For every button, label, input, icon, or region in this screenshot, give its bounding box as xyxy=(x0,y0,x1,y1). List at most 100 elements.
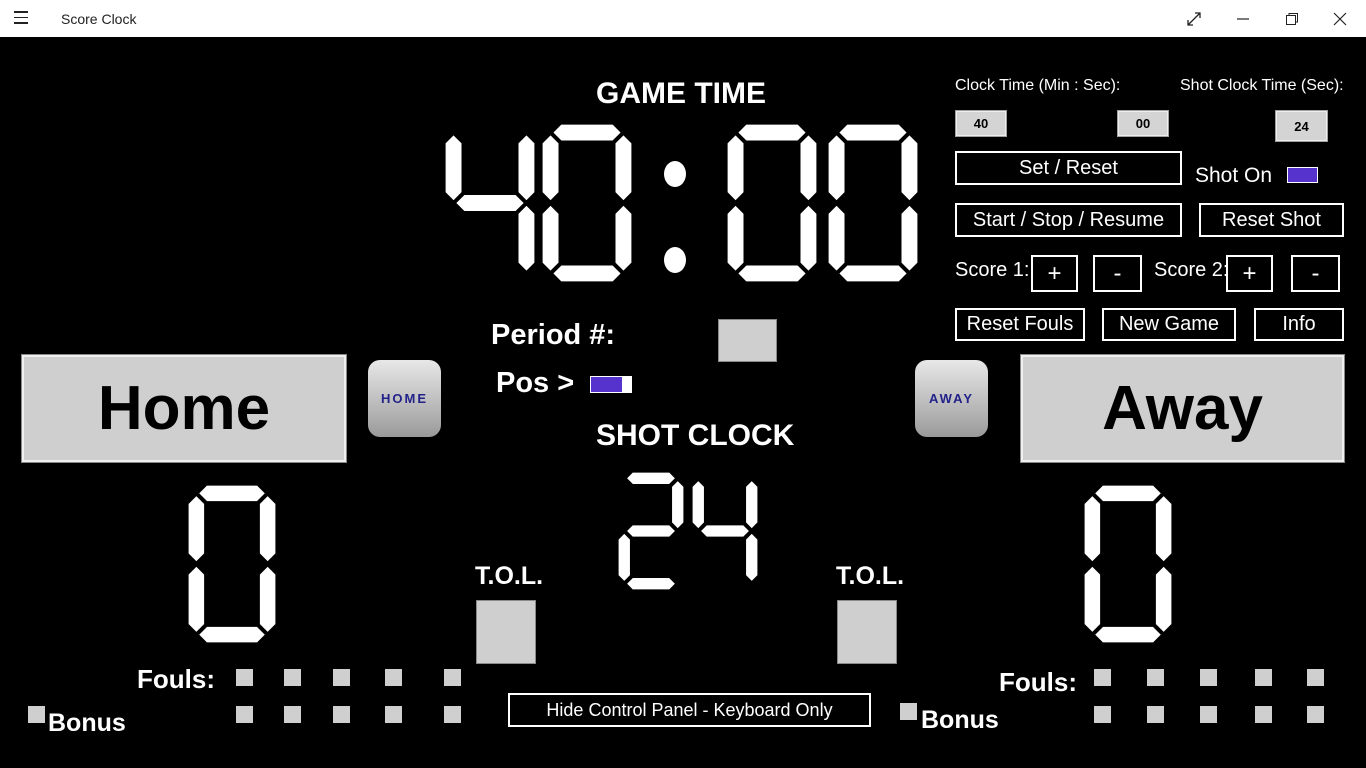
segment-d xyxy=(551,264,623,282)
expand-icon[interactable] xyxy=(1179,6,1209,32)
foul-box[interactable] xyxy=(333,706,350,723)
foul-box[interactable] xyxy=(1255,706,1272,723)
game-time-second-tens xyxy=(727,124,817,282)
game-time-second-ones xyxy=(828,124,918,282)
segment-f xyxy=(542,133,560,202)
segment-b xyxy=(614,133,632,202)
segment-f xyxy=(187,494,206,563)
segment-b xyxy=(799,133,817,202)
foul-box[interactable] xyxy=(236,706,253,723)
reset-fouls-button[interactable]: Reset Fouls xyxy=(955,308,1085,341)
score1-minus-button[interactable]: - xyxy=(1093,255,1142,292)
segment-c xyxy=(744,532,758,583)
score2-plus-button[interactable]: + xyxy=(1226,255,1273,292)
segment-b xyxy=(900,133,918,202)
segment-b xyxy=(1154,494,1173,563)
foul-box[interactable] xyxy=(1255,669,1272,686)
segment-c xyxy=(799,204,817,273)
hide-control-panel-button[interactable]: Hide Control Panel - Keyboard Only xyxy=(508,693,871,727)
shot-clock-label: SHOT CLOCK xyxy=(596,419,795,452)
clock-minutes-input[interactable]: 40 xyxy=(955,110,1007,137)
score1-plus-button[interactable]: + xyxy=(1031,255,1078,292)
set-reset-button[interactable]: Set / Reset xyxy=(955,151,1182,185)
shot-on-toggle[interactable] xyxy=(1287,167,1318,183)
segment-d xyxy=(736,264,808,282)
segment-a xyxy=(625,472,677,486)
segment-d xyxy=(837,264,909,282)
foul-box[interactable] xyxy=(1094,706,1111,723)
period-label: Period #: xyxy=(491,319,616,351)
shot-on-label: Shot On xyxy=(1195,164,1273,187)
segment-d xyxy=(1093,625,1163,644)
home-logo-button[interactable]: HOME xyxy=(368,360,441,437)
away-score-display xyxy=(1083,484,1173,644)
segment-c xyxy=(1154,565,1173,634)
foul-box[interactable] xyxy=(1147,669,1164,686)
foul-box[interactable] xyxy=(1307,706,1324,723)
clock-colon xyxy=(664,161,686,187)
title-bar: Score Clock xyxy=(0,0,1366,37)
away-team-panel[interactable]: Away xyxy=(1020,354,1345,463)
segment-c xyxy=(517,204,535,273)
segment-g xyxy=(625,524,677,538)
foul-box[interactable] xyxy=(284,669,301,686)
away-fouls-label: Fouls: xyxy=(999,667,1077,697)
segment-g xyxy=(454,193,526,213)
foul-box[interactable] xyxy=(333,669,350,686)
shot-clock-tens xyxy=(618,472,684,590)
close-icon[interactable] xyxy=(1325,6,1355,32)
foul-box[interactable] xyxy=(284,706,301,723)
hamburger-icon[interactable] xyxy=(14,11,34,27)
foul-box[interactable] xyxy=(385,669,402,686)
clock-seconds-input[interactable]: 00 xyxy=(1117,110,1169,137)
scoreboard: GAME TIME Period #: Pos > Home HOME AWAY… xyxy=(0,37,1366,768)
home-bonus-checkbox[interactable] xyxy=(28,706,45,723)
segment-e xyxy=(1083,565,1102,634)
home-fouls-label: Fouls: xyxy=(137,664,215,694)
possession-indicator[interactable] xyxy=(590,376,632,393)
segment-d xyxy=(625,576,677,590)
segment-e xyxy=(542,204,560,273)
foul-box[interactable] xyxy=(1094,669,1111,686)
home-score-display xyxy=(187,484,277,644)
info-button[interactable]: Info xyxy=(1254,308,1344,341)
foul-box[interactable] xyxy=(1147,706,1164,723)
game-time-minute-ones xyxy=(542,124,632,282)
score2-label: Score 2: xyxy=(1154,259,1229,281)
home-tol-label: T.O.L. xyxy=(475,562,544,590)
shot-clock-time-label: Shot Clock Time (Sec): xyxy=(1180,77,1344,94)
segment-a xyxy=(837,124,909,142)
reset-shot-button[interactable]: Reset Shot xyxy=(1199,203,1344,237)
segment-e xyxy=(618,532,632,583)
segment-e xyxy=(727,204,745,273)
clock-time-label: Clock Time (Min : Sec): xyxy=(955,77,1121,94)
home-bonus-label: Bonus xyxy=(48,709,126,737)
possession-label: Pos > xyxy=(496,367,575,399)
window-title: Score Clock xyxy=(61,11,137,27)
shot-clock-seconds-input[interactable]: 24 xyxy=(1275,110,1328,142)
new-game-button[interactable]: New Game xyxy=(1102,308,1236,341)
period-display xyxy=(718,319,777,362)
foul-box[interactable] xyxy=(385,706,402,723)
start-stop-resume-button[interactable]: Start / Stop / Resume xyxy=(955,203,1182,237)
segment-f xyxy=(692,479,706,530)
segment-g xyxy=(699,524,751,538)
foul-box[interactable] xyxy=(1200,706,1217,723)
segment-f xyxy=(828,133,846,202)
segment-a xyxy=(736,124,808,142)
score2-minus-button[interactable]: - xyxy=(1291,255,1340,292)
shot-clock-display xyxy=(618,470,768,592)
away-bonus-checkbox[interactable] xyxy=(900,703,917,720)
segment-a xyxy=(197,484,267,503)
segment-a xyxy=(1093,484,1163,503)
foul-box[interactable] xyxy=(444,669,461,686)
foul-box[interactable] xyxy=(236,669,253,686)
foul-box[interactable] xyxy=(444,706,461,723)
foul-box[interactable] xyxy=(1307,669,1324,686)
segment-f xyxy=(727,133,745,202)
home-team-panel[interactable]: Home xyxy=(21,354,347,463)
minimize-icon[interactable] xyxy=(1228,6,1258,32)
foul-box[interactable] xyxy=(1200,669,1217,686)
restore-icon[interactable] xyxy=(1277,6,1307,32)
away-logo-button[interactable]: AWAY xyxy=(915,360,988,437)
